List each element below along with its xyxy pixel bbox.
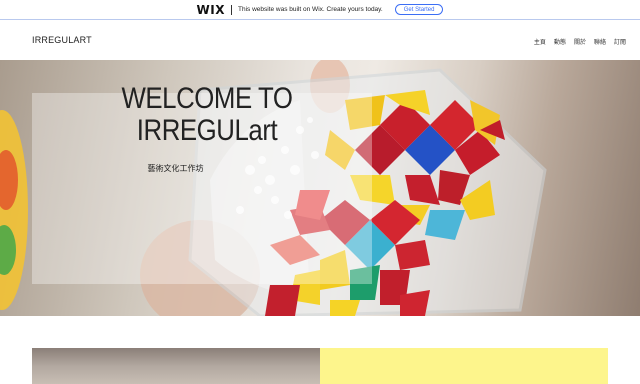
nav-item-home[interactable]: 主頁: [534, 37, 546, 46]
hero-title: WELCOME TO IRREGULart: [57, 83, 358, 147]
nav-item-contact[interactable]: 聯絡: [594, 37, 606, 46]
banner-divider: [231, 4, 232, 15]
content-strip: [0, 316, 640, 384]
get-started-button[interactable]: Get Started: [394, 4, 444, 15]
nav-item-updates[interactable]: 動態: [554, 37, 566, 46]
wix-banner-message: This website was built on Wix. Create yo…: [238, 6, 383, 13]
hero-title-line-2: IRREGULart: [136, 114, 278, 147]
wix-banner: WIX This website was built on Wix. Creat…: [0, 0, 640, 20]
site-title[interactable]: IRREGULART: [32, 35, 92, 45]
site-header: IRREGULART 主頁 動態 關於 聯絡 訂閱: [0, 20, 640, 60]
nav-item-subscribe[interactable]: 訂閱: [614, 37, 626, 46]
hero-title-line-1: WELCOME TO: [121, 82, 293, 115]
section-photo: [32, 348, 320, 384]
hero-subtitle: 藝術文化工作坊: [147, 164, 204, 173]
nav-item-about[interactable]: 關於: [574, 37, 586, 46]
wix-logo[interactable]: WIX: [197, 3, 225, 17]
main-nav: 主頁 動態 關於 聯絡 訂閱: [534, 37, 626, 46]
section-yellow-block: [320, 348, 608, 384]
